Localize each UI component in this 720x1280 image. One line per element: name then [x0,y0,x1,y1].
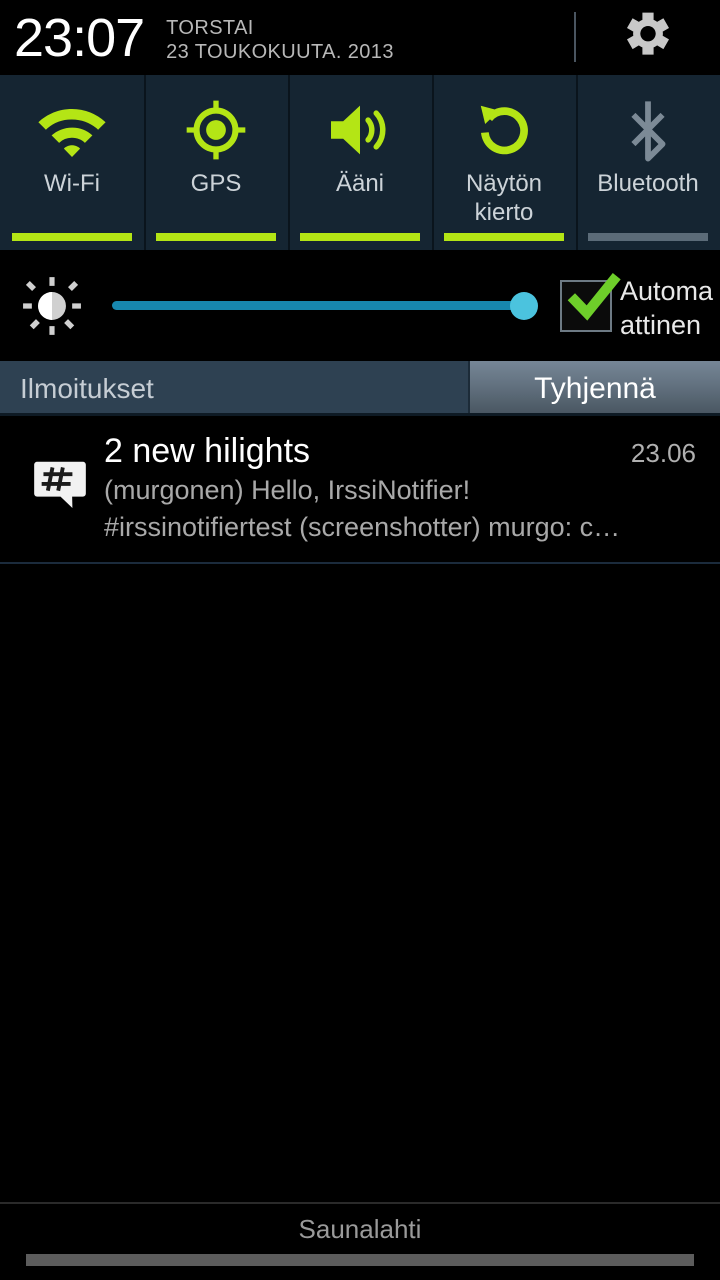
toggle-state-bar [300,233,420,241]
notification-line-1: (murgonen) Hello, IrssiNotifier! [104,475,471,505]
toggle-wifi[interactable]: Wi-Fi [0,75,144,250]
day-name: TORSTAI [166,16,254,39]
toggle-bluetooth[interactable]: Bluetooth [576,75,720,250]
toggle-gps[interactable]: GPS [144,75,288,250]
toggle-label: Ääni [335,170,385,197]
notification-shade: 23:07 TORSTAI 23 TOUKOKUUTA. 2013 Wi-Fi … [0,0,720,1280]
wifi-icon [36,93,108,167]
notification-top-row: 2 new hilights 23.06 [104,430,704,472]
sound-icon [325,93,395,167]
rotate-icon [473,93,535,167]
shade-drag-handle[interactable] [26,1254,694,1266]
header-divider [574,12,576,62]
brightness-icon [0,275,104,337]
date-text: 23 TOUKOKUUTA. 2013 [166,40,394,63]
notification-line-2: #irssinotifiertest (screenshotter) murgo… [104,512,621,542]
auto-brightness-checkbox[interactable] [560,272,621,332]
gear-icon [620,8,676,69]
toggle-state-bar [588,233,708,241]
toggle-label: Wi-Fi [44,170,100,197]
auto-brightness-control[interactable]: Automaattinen [560,270,720,342]
notifications-header: Ilmoitukset Tyhjennä [0,361,720,416]
notification-time: 23.06 [630,438,696,468]
check-icon [564,270,622,333]
notification-title: 2 new hilights [104,432,311,470]
toggle-label: Bluetooth [597,170,699,197]
hash-bubble-icon [16,430,104,546]
toggle-sound[interactable]: Ääni [288,75,432,250]
settings-button[interactable] [612,11,684,65]
empty-shade-area [0,564,720,1174]
notifications-title: Ilmoitukset [20,372,154,404]
clear-notifications-button[interactable]: Tyhjennä [468,361,720,416]
brightness-slider[interactable] [104,286,546,326]
carrier-label: Saunalahti [298,1214,422,1244]
bluetooth-icon [620,93,676,167]
notification-item[interactable]: 2 new hilights 23.06 (murgonen) Hello, I… [0,416,720,564]
clock: 23:07 [14,7,145,68]
slider-track [112,301,528,310]
quick-settings-row: Wi-Fi GPS Ääni Näytön kierto Bluetooth [0,75,720,250]
shade-footer: Saunalahti [0,1202,720,1280]
brightness-row: Automaattinen [0,250,720,361]
gps-icon [184,93,248,167]
toggle-state-bar [444,233,564,241]
toggle-state-bar [12,233,132,241]
date-block: TORSTAI 23 TOUKOKUUTA. 2013 [166,12,394,64]
notification-body: 2 new hilights 23.06 (murgonen) Hello, I… [104,430,704,546]
toggle-screen-rotation[interactable]: Näytön kierto [432,75,576,250]
status-bar: 23:07 TORSTAI 23 TOUKOKUUTA. 2013 [0,0,720,75]
toggle-label: GPS [190,170,242,197]
toggle-label: Näytön kierto [465,170,543,226]
notification-list: 2 new hilights 23.06 (murgonen) Hello, I… [0,416,720,564]
toggle-state-bar [156,233,276,241]
auto-brightness-label: Automaattinen [620,275,714,340]
slider-thumb[interactable] [510,291,538,320]
